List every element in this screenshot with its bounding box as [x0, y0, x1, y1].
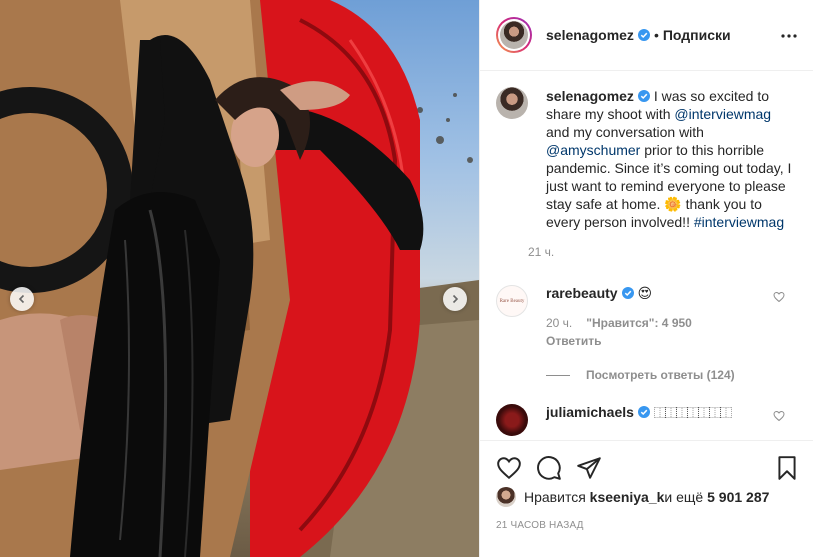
caption-username[interactable]: selenagomez: [546, 88, 634, 104]
post-image: [0, 0, 479, 557]
comment-item: juliamichaels ⿰⿰⿰⿰⿰⿰⿰: [496, 404, 797, 436]
post-actions-bar: [480, 440, 813, 490]
caption-text: selenagomez I was so excited to share my…: [546, 87, 796, 231]
comment-meta: 20 ч. "Нравится": 4 950: [546, 316, 692, 330]
post-photo[interactable]: [0, 0, 479, 557]
verified-badge-icon: [637, 406, 650, 418]
comment-likes[interactable]: "Нравится": 4 950: [586, 316, 692, 330]
caption-author-avatar[interactable]: [496, 87, 528, 119]
post-side-panel: selenagomez • Подписки selenagomez I was…: [479, 0, 813, 557]
view-replies-button[interactable]: Посмотреть ответы (124): [546, 368, 797, 382]
post-timestamp[interactable]: 21 ЧАСОВ НАЗАД: [496, 520, 584, 531]
likes-middle: и ещё: [664, 489, 704, 505]
commenter-avatar[interactable]: [496, 404, 528, 436]
post-header: selenagomez • Подписки: [480, 0, 813, 71]
paper-plane-icon[interactable]: [576, 455, 602, 481]
chevron-left-icon: [18, 294, 25, 304]
liker-username[interactable]: kseeniya_k: [590, 489, 665, 505]
more-options-icon[interactable]: [781, 28, 797, 44]
likes-prefix: Нравится: [524, 489, 586, 505]
verified-badge-icon: [637, 90, 650, 102]
comment-icon[interactable]: [536, 455, 562, 481]
caption-text-part: and my conversation with: [546, 124, 704, 140]
comment-like-heart-icon[interactable]: [773, 410, 785, 422]
avatar-logo-text: Rare Beauty: [499, 298, 525, 304]
view-replies-label: Посмотреть ответы (124): [586, 368, 735, 382]
commenter-avatar[interactable]: Rare Beauty: [496, 285, 528, 317]
likes-count[interactable]: 5 901 287: [707, 489, 769, 505]
carousel-prev-button[interactable]: [10, 287, 34, 311]
commenter-username[interactable]: rarebeauty: [546, 285, 618, 301]
mention-link[interactable]: @interviewmag: [674, 106, 771, 122]
hashtag-link[interactable]: #interviewmag: [694, 214, 784, 230]
verified-badge-icon: [637, 29, 650, 41]
author-avatar[interactable]: [496, 17, 532, 53]
verified-badge-icon: [621, 287, 634, 299]
comment-like-heart-icon[interactable]: [773, 291, 785, 303]
post-caption: selenagomez I was so excited to share my…: [496, 87, 797, 259]
caption-timestamp[interactable]: 21 ч.: [528, 245, 796, 259]
comment-text: ⿰⿰⿰⿰⿰⿰⿰: [653, 406, 732, 420]
header-separator: •: [653, 27, 659, 43]
chevron-right-icon: [452, 294, 459, 304]
commenter-username[interactable]: juliamichaels: [546, 404, 634, 420]
bookmark-icon[interactable]: [774, 455, 800, 481]
heart-icon[interactable]: [496, 455, 522, 481]
comment-item: Rare Beauty rarebeauty 😍 20 ч. "Нравится"…: [496, 285, 797, 348]
reply-button[interactable]: Ответить: [546, 334, 692, 348]
mention-link[interactable]: @amyschumer: [546, 142, 640, 158]
author-username[interactable]: selenagomez: [546, 27, 634, 43]
comments-section[interactable]: selenagomez I was so excited to share my…: [480, 71, 813, 440]
carousel-next-button[interactable]: [443, 287, 467, 311]
following-button[interactable]: Подписки: [663, 27, 731, 43]
liker-avatar[interactable]: [496, 487, 516, 507]
comment-timestamp[interactable]: 20 ч.: [546, 316, 572, 330]
likes-summary[interactable]: Нравится kseeniya_k и ещё 5 901 287: [496, 487, 769, 507]
comment-text: 😍: [637, 285, 653, 301]
